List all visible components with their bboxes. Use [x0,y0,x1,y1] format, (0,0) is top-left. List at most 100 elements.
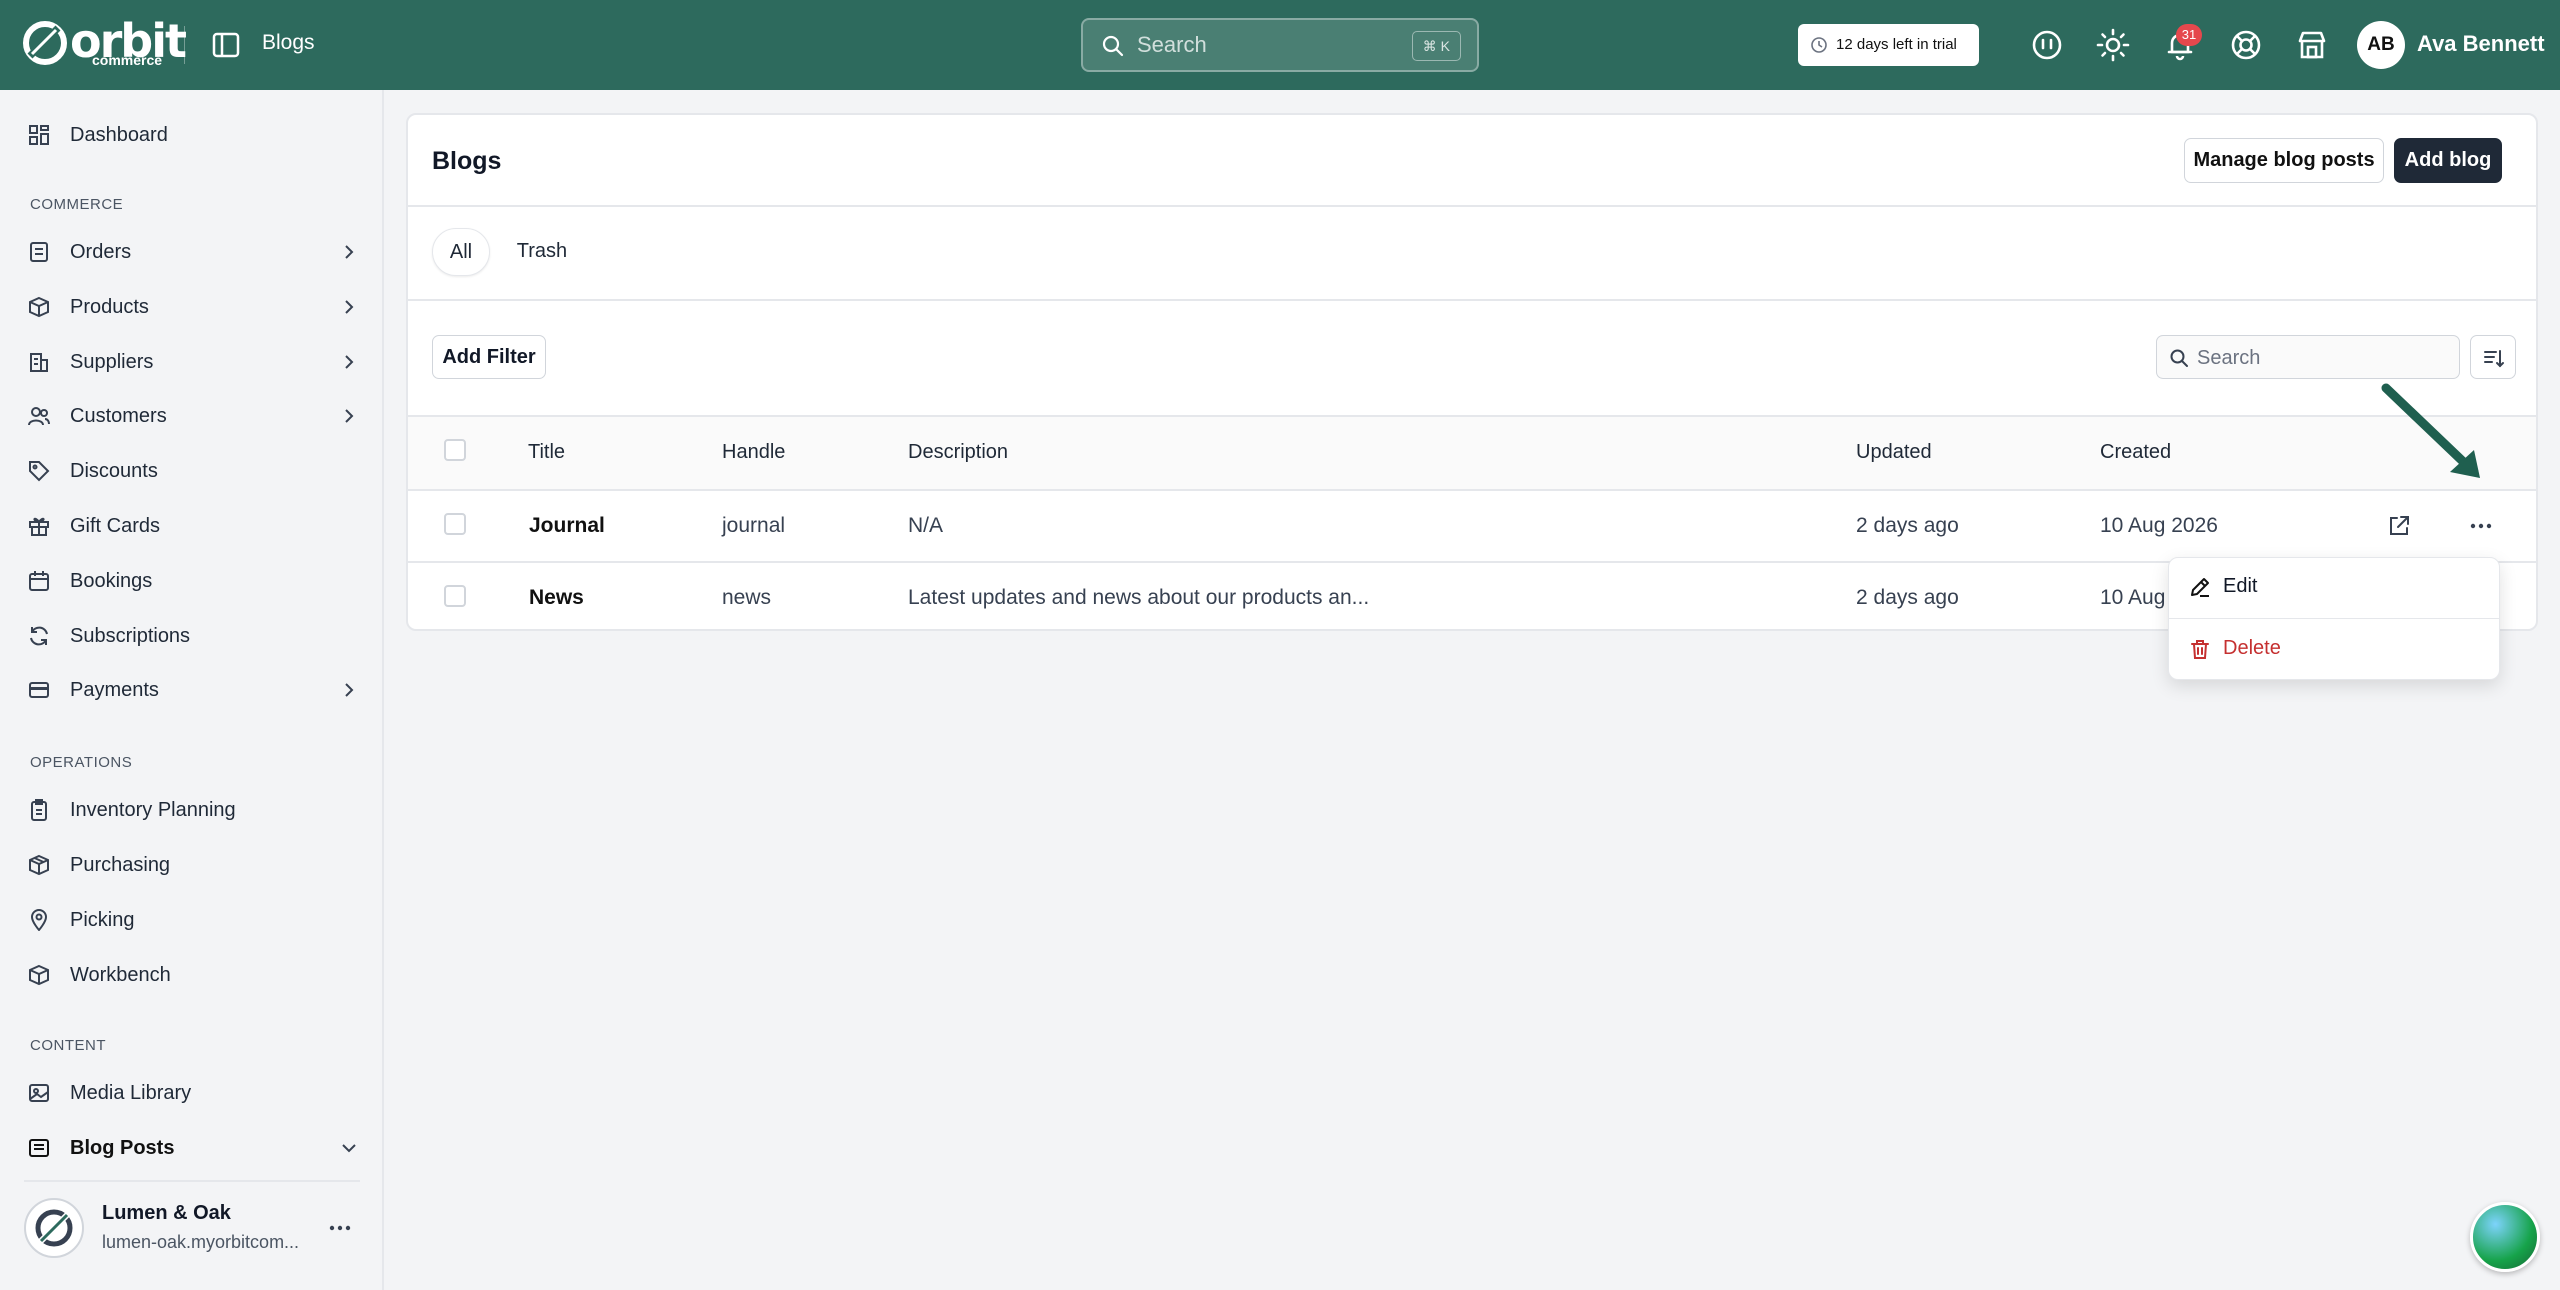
row-title[interactable]: Journal [529,514,605,538]
blogs-card: Blogs Manage blog posts Add blog All Tra… [406,113,2538,631]
row-updated: 2 days ago [1856,514,1959,537]
credit-card-icon [29,682,49,698]
sidebar-item-label: Products [70,296,149,318]
avatar[interactable]: AB [2357,21,2405,69]
storefront-icon[interactable] [2295,28,2329,62]
sidebar-item-label: Picking [70,909,135,931]
add-blog-button[interactable]: Add blog [2394,138,2502,183]
gift-icon [29,517,49,536]
sidebar-item-subscriptions[interactable]: Subscriptions [28,616,358,656]
clock-icon [1811,37,1827,53]
chevron-right-icon [345,355,354,369]
refresh-icon [30,626,48,646]
sidebar-item-purchasing[interactable]: Purchasing [28,845,358,885]
row-actions-menu: Edit Delete [2168,557,2500,680]
column-header-title[interactable]: Title [528,441,565,464]
divider [408,299,2536,301]
tab-trash[interactable]: Trash [502,228,582,276]
assistant-bubble-icon[interactable] [2470,1202,2540,1272]
column-header-created[interactable]: Created [2100,441,2171,464]
sidebar-item-inventory-planning[interactable]: Inventory Planning [28,790,358,830]
trial-badge[interactable]: 12 days left in trial [1798,24,1979,66]
orbit-logo-icon [23,21,67,65]
page-breadcrumb: Blogs [262,31,315,54]
column-header-updated[interactable]: Updated [1856,441,1932,464]
search-shortcut: ⌘ K [1411,31,1461,61]
sidebar-item-label: Orders [70,241,132,263]
help-lifebuoy-icon[interactable] [2229,28,2263,62]
annotation-arrow-icon [2381,383,2480,478]
divider [408,205,2536,207]
sidebar-item-gift-cards[interactable]: Gift Cards [28,506,358,546]
page-title: Blogs [432,147,502,175]
store-logo [24,1198,84,1258]
search-icon [2170,349,2188,367]
sidebar-item-label: Gift Cards [70,515,161,537]
tab-all[interactable]: All [432,228,490,276]
top-bar: orbit commerce Blogs ⌘ K 12 days left in… [0,0,2560,90]
logo[interactable]: orbit commerce [22,14,187,68]
package-icon [29,854,49,876]
sort-button[interactable] [2470,335,2516,379]
row-handle: news [722,586,772,609]
sidebar-item-products[interactable]: Products [28,287,358,327]
menu-item-label: Edit [2223,575,2258,597]
sidebar-item-suppliers[interactable]: Suppliers [28,342,358,382]
topbar-divider [184,26,185,64]
global-search[interactable]: ⌘ K [1081,18,1479,72]
feedback-icon[interactable] [2030,28,2064,62]
sidebar-item-blog-posts[interactable]: Blog Posts [28,1128,358,1168]
open-external-icon[interactable] [2386,513,2412,539]
menu-item-delete[interactable]: Delete [2169,620,2499,678]
menu-item-label: Delete [2223,637,2281,659]
image-icon [29,1084,49,1102]
sidebar-item-payments[interactable]: Payments [28,670,358,710]
store-logo-icon [35,1209,73,1247]
calendar-icon [29,571,49,591]
sidebar-item-picking[interactable]: Picking [28,900,358,940]
more-horizontal-icon[interactable] [2468,513,2494,539]
row-updated: 2 days ago [1856,586,1959,609]
sidebar-item-media-library[interactable]: Media Library [28,1073,358,1113]
theme-sun-icon[interactable] [2096,28,2130,62]
add-filter-button[interactable]: Add Filter [432,335,546,379]
more-horizontal-icon[interactable] [328,1218,352,1238]
table-row[interactable]: Journal journal N/A 2 days ago 10 Aug 20… [408,491,2536,561]
box-icon [29,296,49,318]
sidebar-toggle-icon[interactable] [210,29,242,61]
section-label-commerce: COMMERCE [30,196,124,213]
store-switcher[interactable]: Lumen & Oak lumen-oak.myorbitcom... [24,1180,360,1270]
dashboard-icon [29,125,49,145]
sidebar-item-customers[interactable]: Customers [28,396,358,436]
sort-icon [2484,350,2504,368]
menu-divider [2169,618,2499,619]
sidebar-item-label: Suppliers [70,351,154,373]
row-description: N/A [908,514,944,537]
sidebar-item-orders[interactable]: Orders [28,232,358,272]
sidebar-item-label: Discounts [70,460,158,482]
row-checkbox[interactable] [444,513,466,535]
pencil-icon [2191,578,2209,597]
sidebar-item-workbench[interactable]: Workbench [28,955,358,995]
sidebar-item-label: Workbench [70,964,171,986]
manage-blog-posts-button[interactable]: Manage blog posts [2184,138,2384,183]
sidebar-item-bookings[interactable]: Bookings [28,561,358,601]
map-pin-icon [30,909,48,931]
user-name[interactable]: Ava Bennett [2417,31,2545,57]
row-created: 10 Aug 2026 [2100,514,2218,537]
column-header-description[interactable]: Description [908,441,1008,464]
global-search-input[interactable] [1137,30,1377,60]
select-all-checkbox[interactable] [444,439,466,461]
sidebar-item-label: Blog Posts [70,1137,175,1159]
table-search-input[interactable] [2197,344,2447,372]
sidebar-item-discounts[interactable]: Discounts [28,451,358,491]
table-search[interactable] [2156,335,2460,379]
chevron-right-icon [345,300,354,314]
row-title[interactable]: News [529,586,584,610]
column-header-handle[interactable]: Handle [722,441,785,464]
row-checkbox[interactable] [444,585,466,607]
menu-item-edit[interactable]: Edit [2169,558,2499,616]
logo-subtext: commerce [92,52,163,68]
store-name: Lumen & Oak [102,1202,231,1224]
sidebar-item-dashboard[interactable]: Dashboard [28,115,358,155]
